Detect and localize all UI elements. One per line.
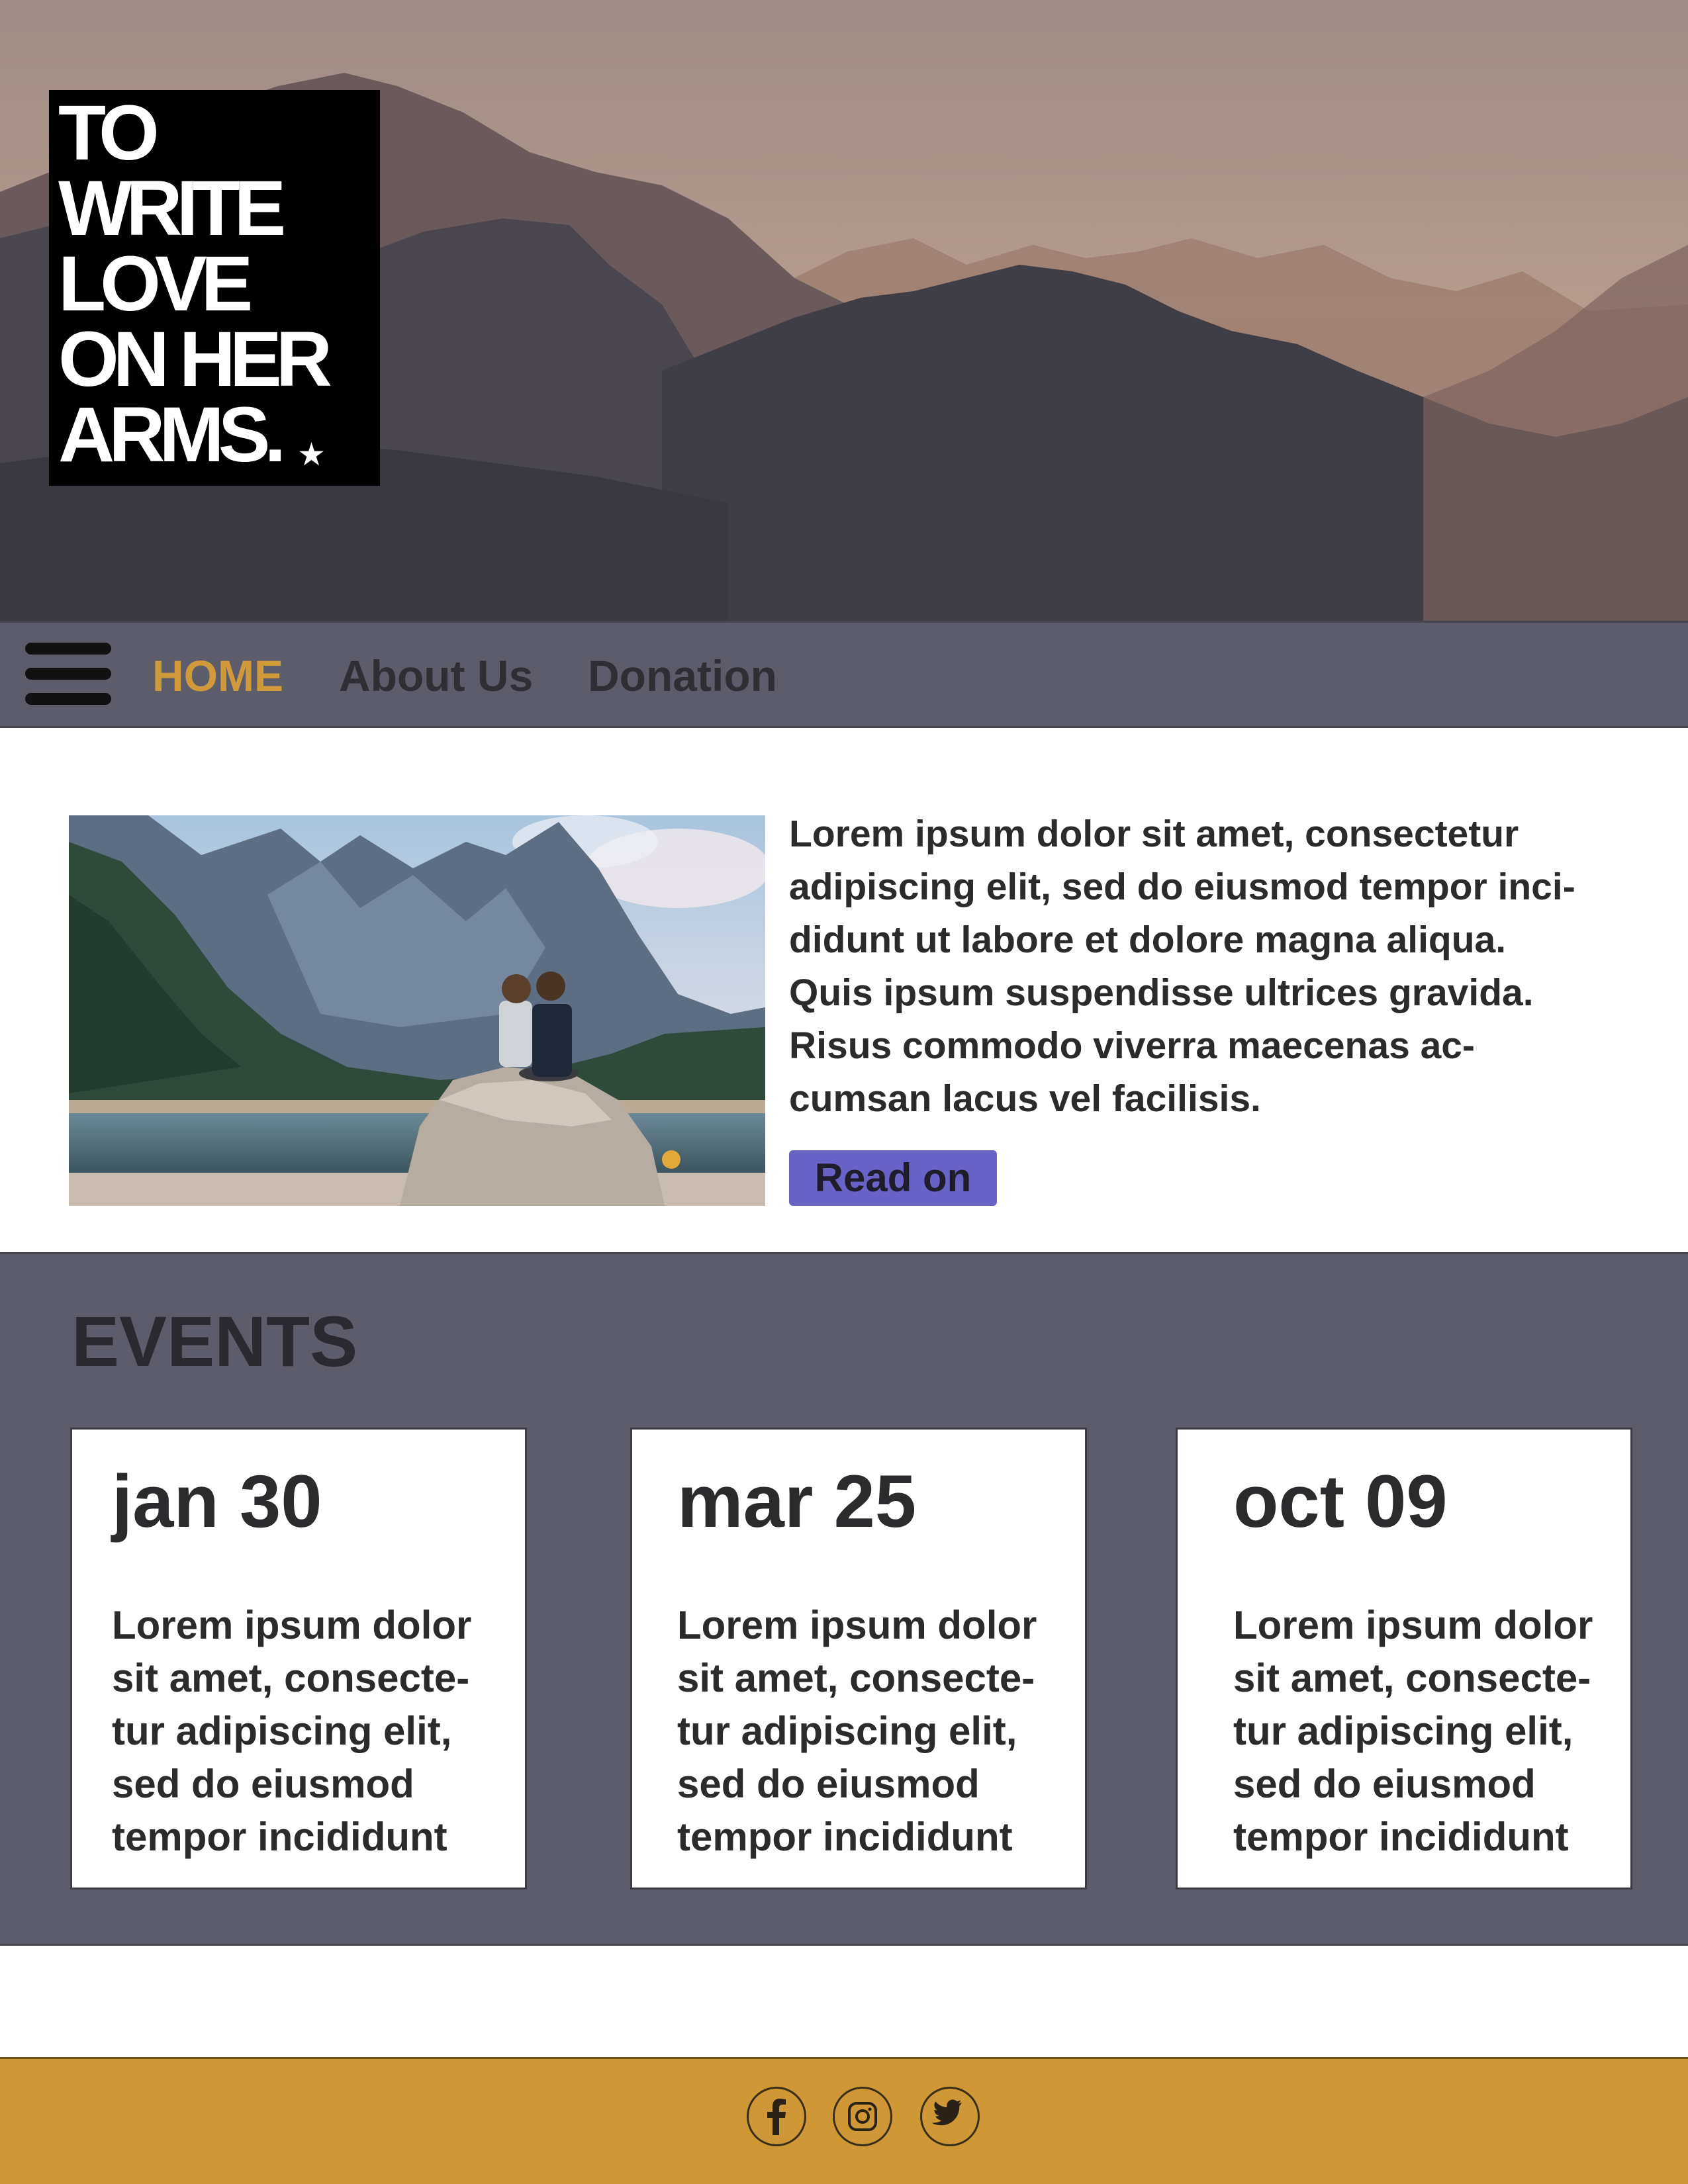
hamburger-menu-icon[interactable] <box>25 643 111 706</box>
feature-text-line: Quis ipsum suspendisse ultrices gravida. <box>789 972 1534 1014</box>
event-text-line: sed do eiusmod <box>112 1762 414 1806</box>
event-text-line: Lorem ipsum dolor <box>677 1603 1037 1647</box>
logo-line: ON HER <box>58 316 332 403</box>
event-description: Lorem ipsum dolor sit amet, consecte- tu… <box>677 1599 1037 1864</box>
feature-text-line: didunt ut labore et dolore magna aliqua. <box>789 919 1507 961</box>
event-text-line: tempor incididunt <box>112 1815 447 1859</box>
event-text-line: tur adipiscing elit, <box>1233 1709 1573 1753</box>
twitter-icon[interactable] <box>920 2087 980 2146</box>
events-section: EVENTS jan 30 Lorem ipsum dolor sit amet… <box>0 1252 1688 1946</box>
nav-item-home[interactable]: HOME <box>152 651 283 701</box>
event-date: jan 30 <box>112 1460 322 1543</box>
instagram-icon[interactable] <box>833 2087 892 2146</box>
main-nav: HOME About Us Donation <box>0 621 1688 728</box>
event-text-line: tur adipiscing elit, <box>112 1709 452 1753</box>
event-date: oct 09 <box>1233 1460 1448 1543</box>
read-on-button[interactable]: Read on <box>789 1150 997 1206</box>
event-card[interactable]: oct 09 Lorem ipsum dolor sit amet, conse… <box>1176 1428 1632 1889</box>
feature-description: Lorem ipsum dolor sit amet, consectetur … <box>789 807 1643 1125</box>
event-text-line: tempor incididunt <box>677 1815 1013 1859</box>
event-card[interactable]: mar 25 Lorem ipsum dolor sit amet, conse… <box>630 1428 1087 1889</box>
event-text-line: sit amet, consecte- <box>1233 1656 1591 1700</box>
event-text-line: sit amet, consecte- <box>112 1656 470 1700</box>
event-card[interactable]: jan 30 Lorem ipsum dolor sit amet, conse… <box>70 1428 527 1889</box>
events-heading: EVENTS <box>71 1301 358 1381</box>
event-description: Lorem ipsum dolor sit amet, consecte- tu… <box>1233 1599 1593 1864</box>
event-text-line: sit amet, consecte- <box>677 1656 1035 1700</box>
event-date: mar 25 <box>677 1460 917 1543</box>
event-text-line: Lorem ipsum dolor <box>112 1603 472 1647</box>
event-text-line: tur adipiscing elit, <box>677 1709 1017 1753</box>
feature-text-line: adipiscing elit, sed do eiusmod tempor i… <box>789 866 1575 908</box>
event-description: Lorem ipsum dolor sit amet, consecte- tu… <box>112 1599 471 1864</box>
nav-item-donation[interactable]: Donation <box>588 651 777 701</box>
star-icon: ★ <box>297 437 326 473</box>
hero-banner: TO WRITE LOVE ON HER ARMS. ★ <box>0 0 1688 621</box>
event-text-line: Lorem ipsum dolor <box>1233 1603 1593 1647</box>
event-text-line: sed do eiusmod <box>1233 1762 1536 1806</box>
footer <box>0 2057 1688 2184</box>
logo-line: LOVE <box>58 240 253 328</box>
feature-text-line: Risus commodo viverra maecenas ac- <box>789 1024 1475 1067</box>
event-text-line: sed do eiusmod <box>677 1762 980 1806</box>
logo-line: WRITE <box>58 165 286 252</box>
logo[interactable]: TO WRITE LOVE ON HER ARMS. ★ <box>49 90 380 486</box>
feature-text-line: cumsan lacus vel facilisis. <box>789 1077 1261 1120</box>
logo-line: ARMS. <box>58 391 286 478</box>
event-text-line: tempor incididunt <box>1233 1815 1569 1859</box>
nav-item-about-us[interactable]: About Us <box>339 651 533 701</box>
logo-line: TO <box>58 89 160 177</box>
feature-text-line: Lorem ipsum dolor sit amet, consectetur <box>789 813 1519 855</box>
facebook-icon[interactable] <box>747 2087 806 2146</box>
feature-image <box>69 815 765 1206</box>
